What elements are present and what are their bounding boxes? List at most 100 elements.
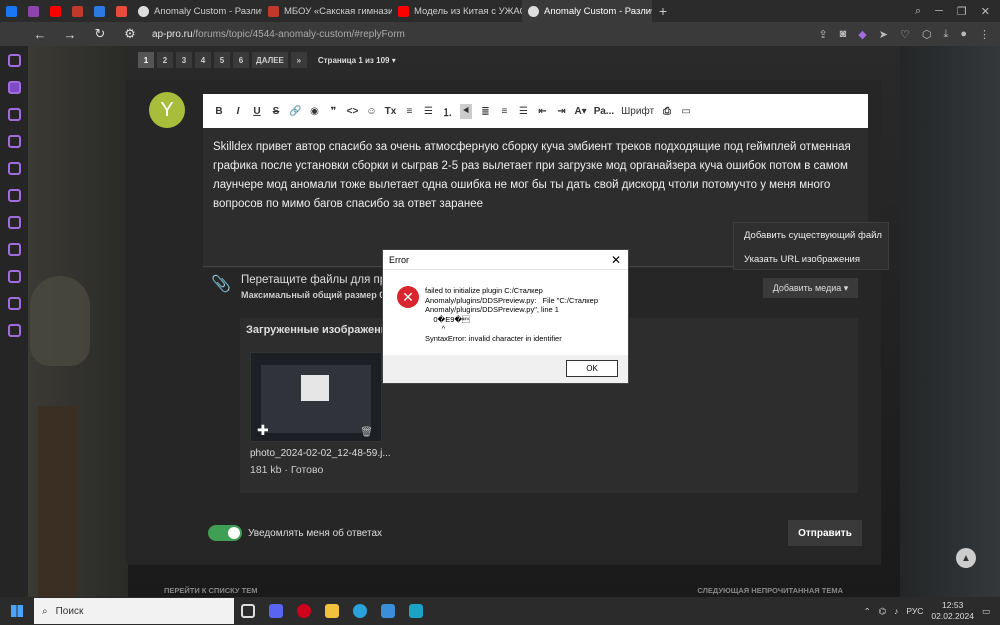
align-left-icon[interactable]: ⯇ xyxy=(460,103,473,119)
bullet-list-icon[interactable]: ☰ xyxy=(422,106,434,117)
menu-icon[interactable]: ⋮ xyxy=(979,28,990,41)
page-button[interactable]: 2 xyxy=(157,52,173,68)
notify-toggle[interactable] xyxy=(208,525,242,541)
submit-button[interactable]: Отправить xyxy=(788,520,862,546)
notifications-icon[interactable]: ▭ xyxy=(982,606,990,617)
browser-tab[interactable] xyxy=(88,0,110,22)
language-indicator[interactable]: РУС xyxy=(906,606,923,616)
align-right-icon[interactable]: ≡ xyxy=(498,106,510,117)
twitch-icon[interactable] xyxy=(7,54,21,67)
browser-tab[interactable]: Anomaly Custom - Различ xyxy=(132,0,262,22)
bold-button[interactable]: B xyxy=(213,106,225,117)
history-icon[interactable] xyxy=(7,270,21,283)
minimize-icon[interactable]: ─ xyxy=(935,5,943,18)
telegram-app-icon[interactable] xyxy=(346,597,374,625)
discord-icon[interactable] xyxy=(262,597,290,625)
file-explorer-icon[interactable] xyxy=(318,597,346,625)
trash-icon[interactable]: 🗑 xyxy=(360,427,373,438)
back-icon[interactable]: ← xyxy=(32,27,48,42)
clear-format-icon[interactable]: Tx xyxy=(384,106,397,117)
browser-tab[interactable] xyxy=(22,0,44,22)
page-button[interactable]: 3 xyxy=(176,52,192,68)
aria-icon[interactable] xyxy=(7,135,21,148)
font-size-select[interactable]: Ра... xyxy=(594,106,614,117)
source-icon[interactable]: ▭ xyxy=(680,106,692,117)
app-icon[interactable] xyxy=(374,597,402,625)
send-icon[interactable]: ➤ xyxy=(879,28,888,41)
page-button[interactable]: 6 xyxy=(233,52,249,68)
indent-icon[interactable]: ⇥ xyxy=(555,106,567,117)
font-family-select[interactable]: Шрифт xyxy=(621,106,654,117)
share-icon[interactable]: ⇪ xyxy=(818,28,827,41)
add-media-button[interactable]: Добавить медиа ▾ xyxy=(763,278,858,298)
settings-icon[interactable] xyxy=(7,324,21,337)
gamepad-icon[interactable] xyxy=(7,108,21,121)
page-button[interactable]: 1 xyxy=(138,52,154,68)
forward-icon[interactable]: → xyxy=(62,27,78,42)
close-window-icon[interactable]: ✕ xyxy=(981,5,990,18)
browser-tab[interactable]: Модель из Китая с УЖАСН xyxy=(392,0,522,22)
camera-icon[interactable]: ◙ xyxy=(840,28,847,41)
twitch-sidebar-icon[interactable] xyxy=(7,162,21,175)
numbered-list-icon[interactable]: ⒈ xyxy=(441,104,453,119)
dialog-close-icon[interactable]: ✕ xyxy=(604,253,628,267)
underline-button[interactable]: U xyxy=(251,106,263,117)
link-icon[interactable]: 🔗 xyxy=(289,106,301,117)
quote-icon[interactable]: ❞ xyxy=(327,106,339,117)
page-button[interactable]: 5 xyxy=(214,52,230,68)
preview-icon[interactable]: ⎙ xyxy=(661,106,673,117)
browser-tab[interactable] xyxy=(110,0,132,22)
url-field[interactable]: ap-pro.ru/forums/topic/4544-anomaly-cust… xyxy=(152,29,405,40)
browser-tab-active[interactable]: Anomaly Custom - Различ✕ xyxy=(522,0,652,22)
scroll-to-top-button[interactable]: ▲ xyxy=(956,548,976,568)
site-info-icon[interactable]: ⚙ xyxy=(122,26,138,42)
task-view-icon[interactable] xyxy=(234,597,262,625)
shield-icon[interactable]: ◆ xyxy=(858,28,866,41)
last-page-button[interactable]: » xyxy=(290,52,307,68)
vk-icon[interactable] xyxy=(7,243,21,256)
profile-avatar-icon[interactable]: ● xyxy=(960,28,967,41)
home-icon[interactable] xyxy=(7,81,21,94)
browser-tab[interactable] xyxy=(66,0,88,22)
text-color-icon[interactable]: A▾ xyxy=(574,106,586,117)
strikethrough-button[interactable]: S xyxy=(270,106,282,117)
next-unread-link[interactable]: СЛЕДУЮЩАЯ НЕПРОЧИТАННАЯ ТЕМА xyxy=(697,586,843,595)
messenger-icon[interactable] xyxy=(7,189,21,202)
divider-icon[interactable]: ≡ xyxy=(403,106,415,117)
cube-icon[interactable]: ⬡ xyxy=(922,28,932,41)
taskbar-search[interactable]: ⌕ Поиск xyxy=(34,598,234,624)
telegram-icon[interactable] xyxy=(7,216,21,229)
image-thumbnail[interactable]: ✚ 🗑 xyxy=(250,352,382,442)
page-jump-dropdown[interactable]: Страница 1 из 109 ▾ xyxy=(318,56,396,65)
search-tabs-icon[interactable]: ⌕ xyxy=(915,5,921,18)
clock[interactable]: 12:53 02.02.2024 xyxy=(931,600,974,622)
tray-overflow-icon[interactable]: ⌃ xyxy=(864,606,871,617)
editor-text[interactable]: Skilldex привет автор спасибо за очень а… xyxy=(203,128,868,224)
reload-icon[interactable]: ↻ xyxy=(92,26,108,42)
menu-item-image-url[interactable]: Указать URL изображения xyxy=(734,247,888,271)
justify-icon[interactable]: ☰ xyxy=(517,106,529,117)
browser-tab[interactable]: МБОУ «Сакская гимназия xyxy=(262,0,392,22)
start-button[interactable] xyxy=(0,597,34,625)
outdent-icon[interactable]: ⇤ xyxy=(536,106,548,117)
extensions-icon[interactable] xyxy=(7,297,21,310)
network-icon[interactable]: ⌬ xyxy=(879,606,886,617)
code-icon[interactable]: <> xyxy=(346,106,359,117)
browser-tab[interactable] xyxy=(0,0,22,22)
volume-icon[interactable]: ♪ xyxy=(894,606,898,616)
italic-button[interactable]: I xyxy=(232,106,244,117)
back-to-topics-link[interactable]: ПЕРЕЙТИ К СПИСКУ ТЕМ xyxy=(164,586,257,595)
download-icon[interactable]: ⤓ xyxy=(943,28,948,41)
align-center-icon[interactable]: ≣ xyxy=(479,106,491,117)
next-page-button[interactable]: ДАЛЕЕ xyxy=(252,52,288,68)
new-tab-button[interactable]: + xyxy=(652,3,674,19)
heart-icon[interactable]: ♡ xyxy=(900,28,910,41)
spoiler-icon[interactable]: ◉ xyxy=(308,106,320,117)
menu-item-existing-file[interactable]: Добавить существующий файл xyxy=(734,223,888,247)
game-app-icon[interactable] xyxy=(402,597,430,625)
opera-icon[interactable] xyxy=(290,597,318,625)
page-button[interactable]: 4 xyxy=(195,52,211,68)
ok-button[interactable]: OK xyxy=(566,360,618,377)
browser-tab[interactable] xyxy=(44,0,66,22)
maximize-icon[interactable]: ❐ xyxy=(957,5,967,18)
